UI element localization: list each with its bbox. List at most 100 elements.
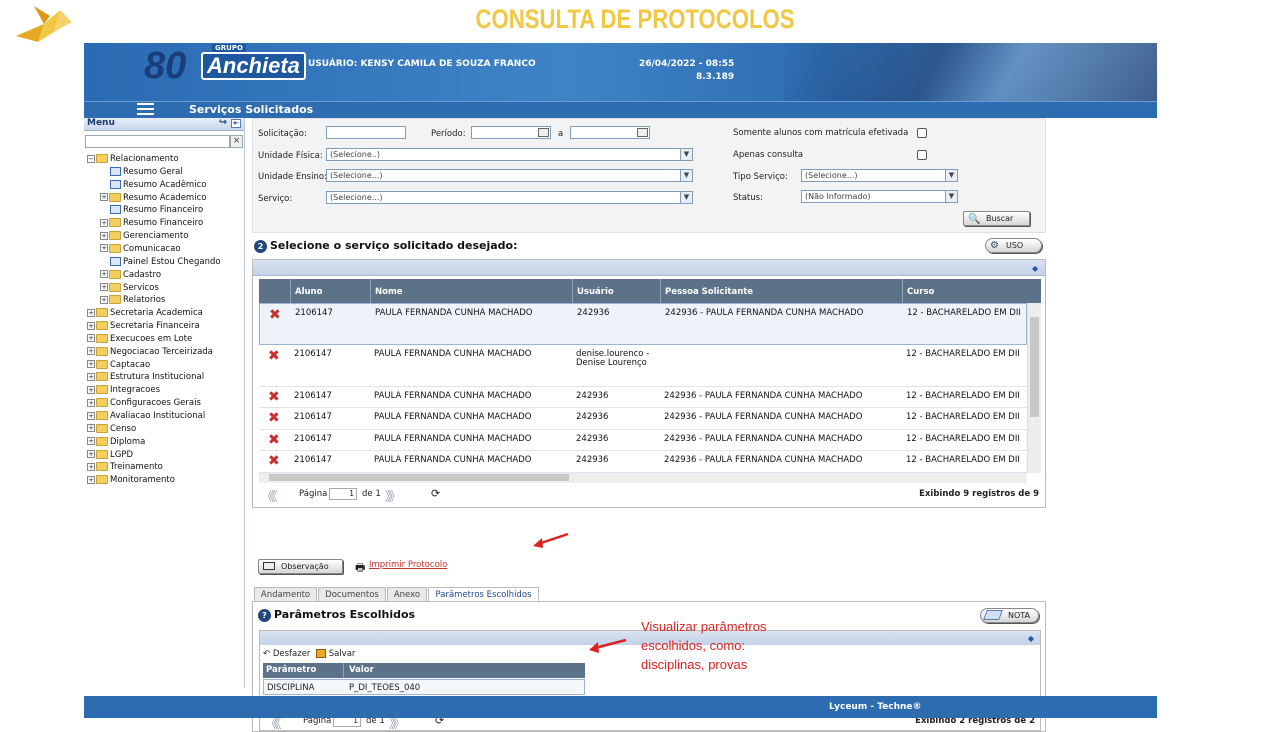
column-header-valor[interactable]: Valor (343, 663, 585, 678)
save-button[interactable]: Salvar (316, 649, 355, 659)
uso-button[interactable]: ⚙ USO (985, 238, 1042, 253)
chevron-down-icon[interactable]: ▼ (945, 170, 957, 181)
expand-icon[interactable]: + (87, 462, 95, 471)
expand-icon[interactable]: + (87, 347, 95, 356)
refresh-icon[interactable]: ↪ (218, 118, 228, 128)
sidebar-item[interactable]: + Treinamento (87, 461, 163, 473)
sidebar-item[interactable]: + Execucoes em Lote (87, 333, 192, 345)
column-header-aluno[interactable]: Aluno (290, 279, 370, 303)
expand-icon[interactable]: + (87, 372, 95, 381)
next-page-icon[interactable]: 》》 (385, 486, 401, 505)
column-header-usuario[interactable]: Usuário (572, 279, 660, 303)
expand-arrow-icon[interactable]: ◆ (1032, 264, 1039, 273)
tab-documentos[interactable]: Documentos (318, 587, 386, 602)
servico-select[interactable]: (Selecione...) ▼ (326, 191, 693, 204)
hamburger-menu-icon[interactable] (137, 103, 154, 116)
column-header-nome[interactable]: Nome (370, 279, 572, 303)
table-row[interactable]: ✖ 2106147 PAULA FERNANDA CUNHA MACHADO 2429… (259, 387, 1027, 408)
column-header-curso[interactable]: Curso (902, 279, 1041, 303)
expand-icon[interactable]: + (87, 321, 95, 330)
chevron-down-icon[interactable]: ▼ (945, 191, 957, 202)
calendar-icon[interactable] (637, 128, 648, 137)
expand-icon[interactable]: + (87, 475, 95, 484)
sidebar-item[interactable]: + Secretaria Academica (87, 307, 203, 319)
periodo-to-input[interactable] (570, 126, 650, 139)
status-select[interactable]: (Não Informado) ▼ (801, 190, 958, 203)
sidebar-item[interactable]: + Diploma (87, 436, 145, 448)
clear-search-icon[interactable]: × (230, 135, 243, 148)
unidade-fisica-select[interactable]: (Selecione..) ▼ (326, 148, 693, 161)
expand-icon[interactable]: + (87, 360, 95, 369)
sidebar-item[interactable]: + Relatorios (100, 294, 165, 306)
calendar-icon[interactable] (538, 128, 549, 137)
expand-arrow-icon[interactable]: ◆ (1028, 634, 1034, 643)
sidebar-item[interactable]: + Integracoes (87, 384, 160, 396)
sidebar-item[interactable]: Resumo Acadêmico (110, 179, 206, 191)
column-header-parametro[interactable]: Parâmetro (263, 663, 343, 678)
expand-icon[interactable]: + (100, 218, 108, 227)
first-page-icon[interactable]: 《《 (261, 486, 277, 505)
tipo-servico-select[interactable]: (Selecione...) ▼ (801, 169, 958, 182)
sidebar-item[interactable]: + Resumo Financeiro (100, 217, 203, 229)
table-row[interactable]: DISCIPLINA P_DI_TEOES_040 (263, 679, 585, 695)
expand-icon[interactable]: + (100, 270, 108, 279)
sidebar-item[interactable]: Painel Estou Chegando (110, 256, 221, 268)
expand-icon[interactable]: + (100, 295, 108, 304)
sidebar-item[interactable]: + Estrutura Institucional (87, 371, 204, 383)
vertical-scrollbar[interactable] (1027, 303, 1041, 473)
undo-button[interactable]: ↶ Desfazer (263, 649, 310, 659)
delete-icon[interactable]: ✖ (268, 453, 280, 469)
sidebar-item[interactable]: + Captacao (87, 359, 150, 371)
sidebar-item[interactable]: + Resumo Academico (100, 192, 206, 204)
solicitacao-input[interactable] (326, 126, 406, 139)
delete-icon[interactable]: ✖ (268, 348, 280, 364)
delete-icon[interactable]: ✖ (268, 432, 280, 448)
sidebar-item[interactable]: + Censo (87, 423, 136, 435)
sidebar-item[interactable]: Resumo Financeiro (110, 204, 203, 216)
tab-andamento[interactable]: Andamento (254, 587, 317, 602)
table-row[interactable]: ✖ 2106147 PAULA FERNANDA CUNHA MACHADO 2429… (259, 430, 1027, 451)
print-protocol-link[interactable]: Imprimir Protocolo (369, 560, 447, 570)
expand-icon[interactable]: + (100, 231, 108, 240)
sidebar-item[interactable]: + Negociacao Terceirizada (87, 346, 213, 358)
table-row[interactable]: ✖ 2106147 PAULA FERNANDA CUNHA MACHADO deni… (259, 345, 1027, 387)
unidade-ensino-select[interactable]: (Selecione...) ▼ (326, 169, 693, 182)
sidebar-item[interactable]: + Servicos (100, 282, 159, 294)
sidebar-item[interactable]: + Comunicacao (100, 243, 181, 255)
expand-icon[interactable]: + (87, 424, 95, 433)
page-number-input[interactable]: 1 (329, 488, 357, 500)
printer-icon[interactable]: 🖶 (355, 559, 365, 578)
nota-button[interactable]: NOTA (980, 608, 1039, 623)
chevron-down-icon[interactable]: ▼ (680, 170, 692, 181)
table-row[interactable]: ✖ 2106147 PAULA FERNANDA CUNHA MACHADO 2429… (259, 303, 1027, 345)
delete-icon[interactable]: ✖ (269, 307, 281, 323)
apenas-checkbox[interactable] (917, 150, 927, 160)
delete-icon[interactable]: ✖ (268, 410, 280, 426)
chevron-down-icon[interactable]: ▼ (680, 192, 692, 203)
expand-icon[interactable]: + (87, 450, 95, 459)
expand-icon[interactable]: + (87, 334, 95, 343)
tab-anexo[interactable]: Anexo (387, 587, 427, 602)
refresh-icon[interactable]: ⟳ (431, 487, 440, 500)
table-row[interactable]: ✖ 2106147 PAULA FERNANDA CUNHA MACHADO 2429… (259, 408, 1027, 430)
search-button[interactable]: 🔍 Buscar (963, 211, 1030, 226)
chevron-down-icon[interactable]: ▼ (680, 149, 692, 160)
collapse-icon[interactable]: − (87, 154, 95, 163)
expand-icon[interactable]: + (87, 411, 95, 420)
sidebar-item[interactable]: + Avaliacao Institucional (87, 410, 205, 422)
expand-icon[interactable]: + (87, 385, 95, 394)
expand-icon[interactable]: + (100, 193, 108, 202)
sidebar-item[interactable]: + Gerenciamento (100, 230, 188, 242)
sidebar-item[interactable]: − Relacionamento (87, 153, 179, 165)
table-row[interactable]: ✖ 2106147 PAULA FERNANDA CUNHA MACHADO 2429… (259, 451, 1027, 473)
collapse-icon[interactable]: ⇤ (231, 119, 241, 128)
sidebar-item[interactable]: Resumo Geral (110, 166, 183, 178)
expand-icon[interactable]: + (87, 308, 95, 317)
observacao-button[interactable]: Observação (258, 559, 343, 574)
sidebar-item[interactable]: + Secretaria Financeira (87, 320, 200, 332)
expand-icon[interactable]: + (87, 398, 95, 407)
expand-icon[interactable]: + (100, 244, 108, 253)
horizontal-scrollbar[interactable] (259, 473, 1027, 483)
column-header-pessoa[interactable]: Pessoa Solicitante (660, 279, 902, 303)
sidebar-item[interactable]: + Cadastro (100, 269, 161, 281)
